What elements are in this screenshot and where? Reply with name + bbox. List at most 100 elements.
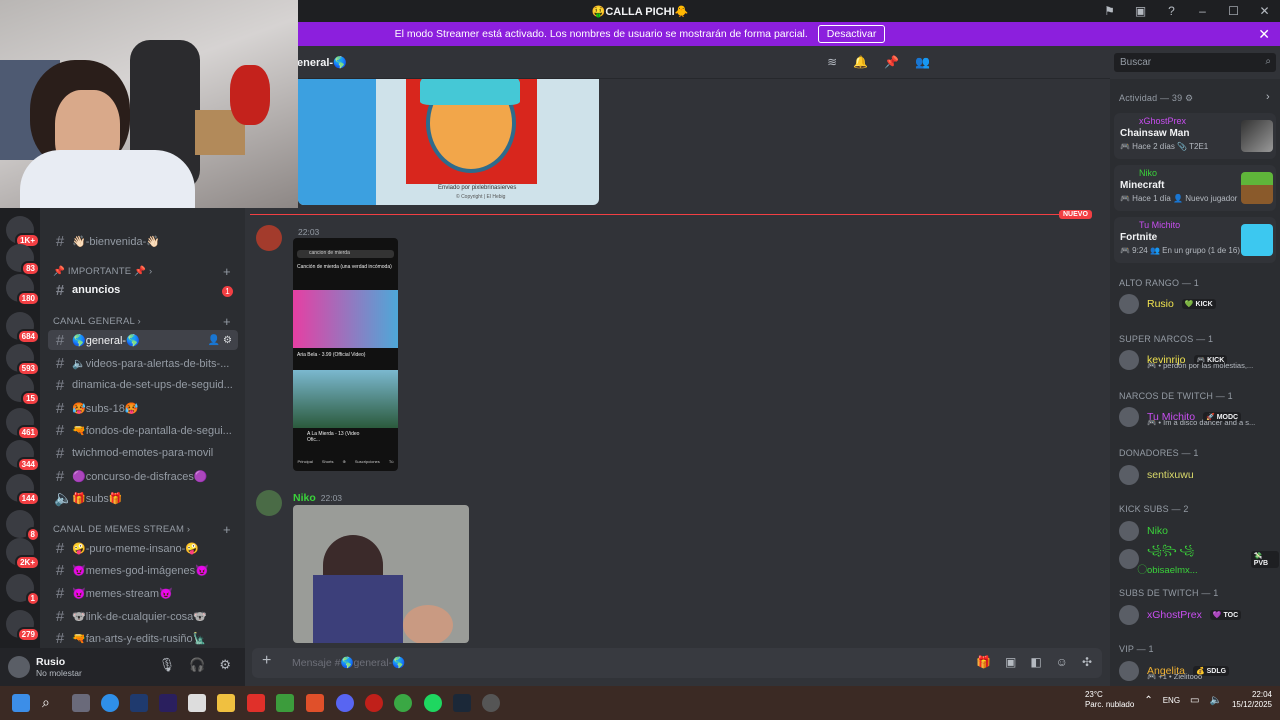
- search-icon[interactable]: ⌕: [42, 694, 60, 712]
- server-icon[interactable]: 593: [6, 344, 40, 376]
- channel-memes-stream[interactable]: # 😈memes-stream😈: [48, 583, 238, 603]
- channel-fondos[interactable]: # 🔫fondos-de-pantalla-de-segui...: [48, 420, 238, 440]
- avatar[interactable]: [256, 490, 282, 516]
- member-item[interactable]: Tu Michito 🚀 MODC 🎮 • Im a disco dancer an…: [1119, 405, 1279, 429]
- minimize-button[interactable]: –: [1187, 0, 1218, 22]
- activity-card[interactable]: xGhostPrex Chainsaw Man 🎮 Hace 2 días 📎 …: [1114, 113, 1276, 159]
- gif-icon[interactable]: ▣: [1005, 655, 1016, 669]
- category-canal-general[interactable]: CANAL GENERAL › +: [53, 314, 231, 329]
- image-attachment[interactable]: Enviado por pixlebrinasierves © Copyrigh…: [298, 79, 599, 205]
- brave-icon[interactable]: [306, 694, 324, 712]
- chevron-right-icon[interactable]: ›: [1266, 91, 1270, 103]
- member-item[interactable]: ꧁꧂ ꧁ ⃝obisaelmx... 💸 PVB: [1119, 545, 1279, 576]
- pin-icon[interactable]: 📌: [884, 55, 899, 69]
- premiere-icon[interactable]: [159, 694, 177, 712]
- microphone-icon[interactable]: 🎙: [159, 657, 176, 673]
- server-icon[interactable]: 684: [6, 312, 40, 344]
- threads-icon[interactable]: ≋: [827, 55, 837, 69]
- channel-bienvenida[interactable]: # 👋🏻-bienvenida-👋🏻: [48, 231, 238, 251]
- inbox-icon[interactable]: ⚑: [1094, 0, 1125, 22]
- volume-icon[interactable]: 🔈: [1210, 695, 1222, 706]
- help-icon[interactable]: ?: [1156, 0, 1187, 22]
- channel-subs-18[interactable]: # 🥵subs-18🥵: [48, 398, 238, 418]
- server-icon[interactable]: 344: [6, 440, 40, 472]
- server-icon[interactable]: 15: [6, 374, 40, 406]
- task-view-icon[interactable]: [72, 694, 90, 712]
- server-icon[interactable]: 279: [6, 610, 40, 642]
- chrome-icon[interactable]: [394, 694, 412, 712]
- server-icon[interactable]: 180: [6, 274, 40, 306]
- message-composer[interactable]: + Mensaje #🌎general-🌎 🎁 ▣ ◧ ☺ ✣: [252, 648, 1102, 678]
- steam-icon[interactable]: [453, 694, 471, 712]
- search-input[interactable]: Buscar ⌕: [1114, 53, 1276, 72]
- category-canal-memes[interactable]: CANAL DE MEMES STREAM › +: [53, 522, 231, 537]
- channel-concurso[interactable]: # 🟣concurso-de-disfraces🟣: [48, 466, 238, 486]
- server-icon[interactable]: 144: [6, 474, 40, 506]
- channel-dinamica[interactable]: # dinamica-de-set-ups-de-seguid...: [48, 375, 238, 395]
- sticker-icon[interactable]: ◧: [1030, 655, 1041, 669]
- avatar[interactable]: [256, 225, 282, 251]
- member-item[interactable]: sentixuwu: [1119, 463, 1279, 487]
- channel-twichmod[interactable]: # twichmod-emotes-para-movil: [48, 443, 238, 463]
- members-icon[interactable]: 👥: [915, 55, 930, 69]
- member-item[interactable]: Niko: [1119, 519, 1279, 543]
- store-icon[interactable]: [188, 694, 206, 712]
- discord-icon[interactable]: [336, 694, 354, 712]
- close-button[interactable]: ✕: [1249, 0, 1280, 22]
- gift-icon[interactable]: 🎁: [976, 655, 991, 669]
- apps-icon[interactable]: ✣: [1082, 655, 1092, 669]
- server-icon[interactable]: 1K+: [6, 216, 40, 248]
- channel-fan-arts[interactable]: # 🔫fan-arts-y-edits-rusiño🗽: [48, 628, 238, 648]
- chevron-up-icon[interactable]: ⌃: [1144, 695, 1152, 706]
- channel-puro-meme[interactable]: # 🤪-puro-meme-insano-🤪: [48, 538, 238, 558]
- activity-card[interactable]: Tu Michito Fortnite 🎮 9:24 👥 En un grupo…: [1114, 217, 1276, 263]
- channel-memes-god[interactable]: # 😈memes-god-imágenes😈: [48, 560, 238, 580]
- app-icon[interactable]: [365, 694, 383, 712]
- app-icon[interactable]: [247, 694, 265, 712]
- minecraft-icon[interactable]: [276, 694, 294, 712]
- bell-icon[interactable]: 🔔: [853, 55, 868, 69]
- activity-card[interactable]: Niko Minecraft 🎮 Hace 1 día 👤 Nuevo juga…: [1114, 165, 1276, 211]
- app-icon[interactable]: [482, 694, 500, 712]
- language-indicator[interactable]: ENG: [1163, 696, 1180, 705]
- edge-icon[interactable]: [101, 694, 119, 712]
- server-icon[interactable]: 83: [6, 244, 40, 276]
- network-icon[interactable]: ▭: [1190, 695, 1199, 706]
- add-channel-icon[interactable]: +: [223, 264, 231, 279]
- channel-anuncios[interactable]: # anuncios: [48, 280, 238, 300]
- spotify-icon[interactable]: [424, 694, 442, 712]
- channel-subs-voice[interactable]: 🔈 🎁subs🎁: [48, 488, 238, 508]
- server-icon[interactable]: 2K+: [6, 538, 40, 570]
- emoji-icon[interactable]: ☺: [1056, 655, 1068, 669]
- photo-attachment[interactable]: [293, 505, 469, 643]
- maximize-button[interactable]: ☐: [1218, 0, 1249, 22]
- channel-settings-icon[interactable]: 👤 ⚙: [208, 335, 232, 346]
- gear-icon[interactable]: ⚙: [219, 657, 231, 673]
- clock[interactable]: 22:04 15/12/2025: [1232, 690, 1272, 710]
- server-icon[interactable]: 461: [6, 408, 40, 440]
- close-icon[interactable]: ✕: [1258, 26, 1270, 43]
- server-icon[interactable]: 8: [6, 510, 40, 542]
- channel-link[interactable]: # 🐨link-de-cualquier-cosa🐨: [48, 606, 238, 626]
- author-name[interactable]: Niko: [293, 492, 316, 504]
- member-item[interactable]: kevinrijo 🎮 KICK 🎮 • perdón por las molest…: [1119, 348, 1279, 372]
- deactivate-button[interactable]: Desactivar: [817, 25, 886, 43]
- file-explorer-icon[interactable]: [217, 694, 235, 712]
- member-item[interactable]: Angelita 💰 SDLG 🎮 +1 • Zielitooo: [1119, 659, 1279, 683]
- add-attachment-icon[interactable]: +: [262, 652, 271, 670]
- category-importante[interactable]: 📌 IMPORTANTE 📌 › +: [53, 264, 231, 279]
- server-icon[interactable]: 1: [6, 574, 40, 606]
- screen-share-icon[interactable]: ▣: [1125, 0, 1156, 22]
- channel-general[interactable]: # 🌎general-🌎 👤 ⚙: [48, 330, 238, 350]
- phone-screenshot[interactable]: cancion de mierda Canción de mierda (una…: [293, 238, 398, 471]
- channel-videos-alertas[interactable]: # 🔈videos-para-alertas-de-bits-...: [48, 353, 238, 373]
- windows-start-icon[interactable]: [12, 694, 30, 712]
- add-channel-icon[interactable]: +: [223, 522, 231, 537]
- avatar[interactable]: [8, 656, 30, 678]
- member-item[interactable]: xGhostPrex 💜 TOC: [1119, 603, 1279, 627]
- photoshop-icon[interactable]: [130, 694, 148, 712]
- weather-widget[interactable]: 23°C Parc. nublado: [1085, 690, 1134, 710]
- add-channel-icon[interactable]: +: [223, 314, 231, 329]
- member-item[interactable]: Rusio 💚 KICK: [1119, 292, 1279, 316]
- headphones-icon[interactable]: 🎧: [189, 657, 205, 673]
